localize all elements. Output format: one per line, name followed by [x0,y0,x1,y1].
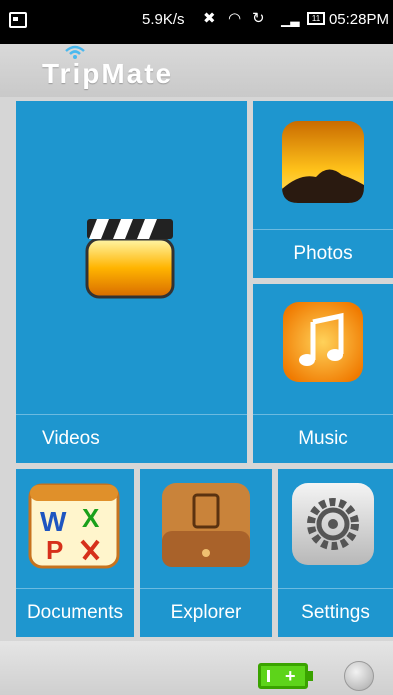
photos-tile[interactable]: Photos [253,101,393,278]
home-grid: Videos Photos Music W X P Documents Expl… [0,97,393,641]
status-bar: 5.9K/s ✖ ◠ ↻ ▁▃ 11 05:28PM [0,0,393,44]
sync-icon: ↻ [252,9,265,27]
documents-tile[interactable]: W X P Documents [16,469,134,637]
battery-icon: 11 [307,12,325,25]
battery-level: 11 [311,14,321,23]
wifi-icon: ◠ [228,9,242,27]
photos-label: Photos [253,229,393,278]
status-time: 05:28PM [328,11,389,28]
photo-landscape-icon [282,121,364,203]
videos-label: Videos [16,414,247,463]
charging-battery-icon: + [258,663,313,689]
charging-plus: + [285,666,296,686]
gear-icon [292,483,374,565]
svg-text:W: W [40,506,67,537]
svg-text:P: P [46,535,63,565]
explorer-label: Explorer [140,588,272,637]
documents-icon: W X P [28,483,120,569]
mute-icon: ✖ [203,9,216,27]
music-label: Music [253,414,393,463]
network-speed: 5.9K/s [142,11,185,28]
documents-label: Documents [16,588,134,637]
globe-icon[interactable] [344,661,374,691]
svg-text:X: X [82,503,100,533]
bottom-bar: + [0,641,393,695]
clapperboard-icon [85,219,175,299]
settings-label: Settings [278,588,393,637]
settings-tile[interactable]: Settings [278,469,393,637]
music-note-icon [283,302,363,382]
notification-icon [9,12,27,28]
music-tile[interactable]: Music [253,284,393,463]
app-header: TripMate [0,44,393,98]
explorer-tile[interactable]: Explorer [140,469,272,637]
folder-file-icon [162,483,250,567]
videos-tile[interactable]: Videos [16,101,247,463]
app-logo-title: TripMate [42,58,174,89]
battery-segment [267,670,270,682]
signal-icon: ▁▃ [281,13,300,27]
